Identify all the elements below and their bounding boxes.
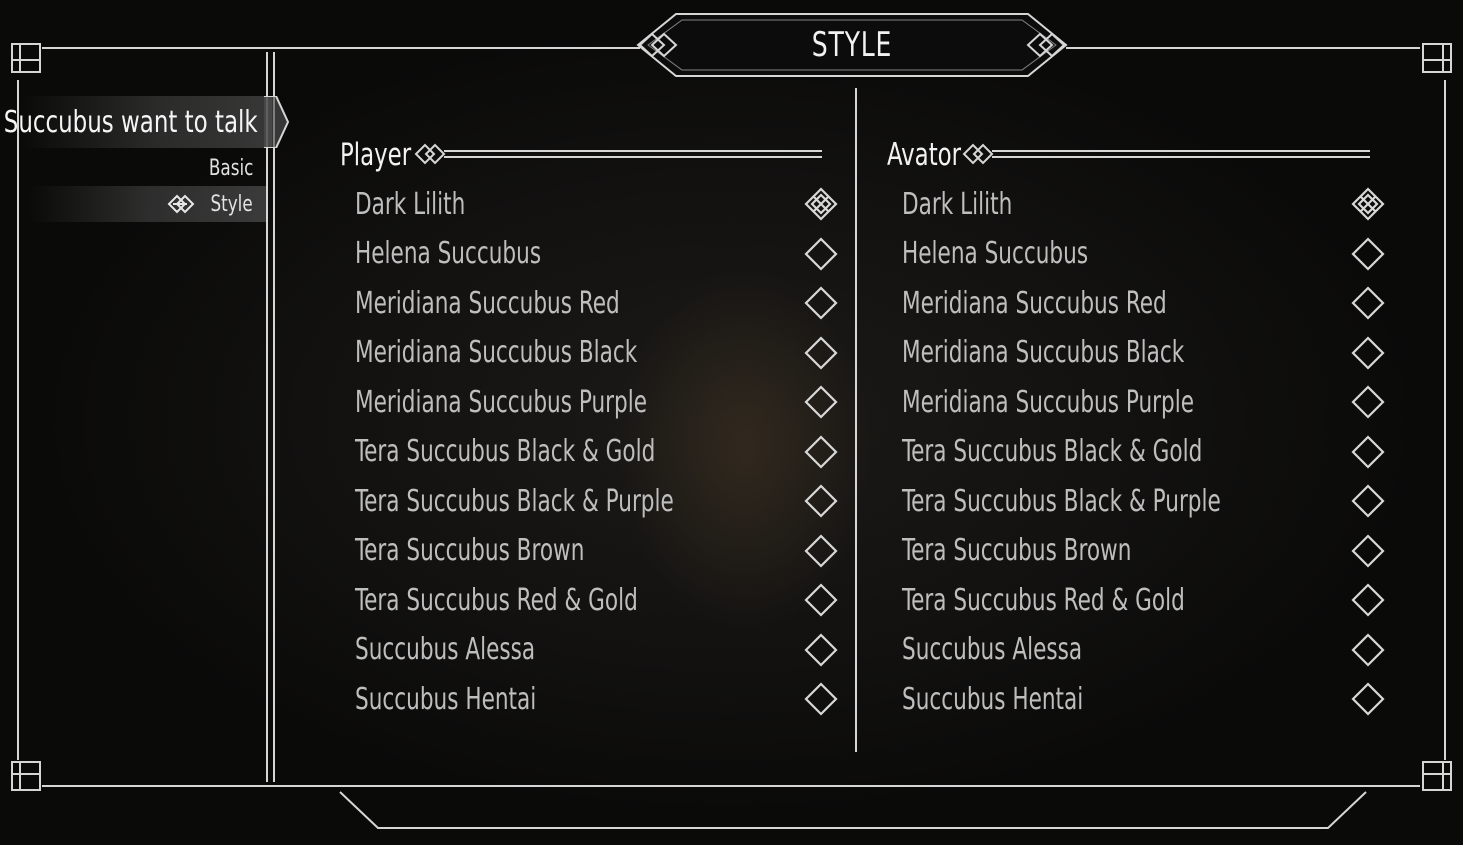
diamond-checkbox-empty-icon[interactable]: [803, 236, 839, 272]
option-row[interactable]: Dark Lilith: [355, 182, 839, 226]
diamond-checkbox-empty-icon[interactable]: [1350, 681, 1386, 717]
diamond-checkbox-empty-icon[interactable]: [1350, 335, 1386, 371]
diamond-checkbox-empty-icon[interactable]: [803, 582, 839, 618]
option-row[interactable]: Tera Succubus Red & Gold: [902, 578, 1386, 622]
option-row[interactable]: Tera Succubus Red & Gold: [355, 578, 839, 622]
column-header-label: Avator: [887, 137, 962, 173]
option-row[interactable]: Tera Succubus Black & Purple: [355, 479, 839, 523]
option-row[interactable]: Succubus Alessa: [355, 628, 839, 672]
option-row[interactable]: Meridiana Succubus Purple: [355, 380, 839, 424]
diamond-checkbox-empty-icon[interactable]: [803, 384, 839, 420]
option-row[interactable]: Succubus Hentai: [902, 677, 1386, 721]
option-row[interactable]: Helena Succubus: [355, 232, 839, 276]
diamond-checkbox-empty-icon[interactable]: [803, 434, 839, 470]
option-label: Tera Succubus Red & Gold: [902, 582, 1185, 618]
option-label: Helena Succubus: [355, 236, 542, 271]
selection-arrow-icon: [264, 96, 290, 148]
option-label: Tera Succubus Black & Purple: [902, 483, 1221, 519]
page-tab-basic[interactable]: Basic: [201, 152, 253, 184]
knot-selector-icon: [167, 194, 195, 214]
option-label: Tera Succubus Brown: [902, 533, 1132, 568]
page-tab-style[interactable]: Style: [165, 188, 253, 220]
option-label: Succubus Hentai: [902, 681, 1084, 717]
diamond-checkbox-empty-icon[interactable]: [1350, 533, 1386, 569]
option-label: Tera Succubus Black & Gold: [355, 434, 656, 469]
diamond-checkbox-empty-icon[interactable]: [1350, 285, 1386, 321]
diamond-checkbox-empty-icon[interactable]: [1350, 236, 1386, 272]
diamond-checkbox-empty-icon[interactable]: [803, 285, 839, 321]
option-row[interactable]: Meridiana Succubus Red: [355, 281, 839, 325]
menu-title: STYLE: [811, 25, 893, 65]
header-knot-ornament-icon: [414, 143, 822, 165]
option-label: Meridiana Succubus Red: [355, 285, 620, 321]
option-label: Meridiana Succubus Purple: [355, 384, 647, 420]
option-label: Tera Succubus Brown: [355, 533, 585, 568]
diamond-checkbox-empty-icon[interactable]: [803, 632, 839, 668]
option-row[interactable]: Helena Succubus: [902, 232, 1386, 276]
knot-checkbox-checked-icon[interactable]: [1350, 186, 1386, 222]
option-row[interactable]: Tera Succubus Black & Purple: [902, 479, 1386, 523]
option-row[interactable]: Tera Succubus Brown: [902, 529, 1386, 573]
option-row[interactable]: Meridiana Succubus Red: [902, 281, 1386, 325]
option-row[interactable]: Tera Succubus Black & Gold: [355, 430, 839, 474]
option-row[interactable]: Meridiana Succubus Black: [355, 331, 839, 375]
diamond-checkbox-empty-icon[interactable]: [1350, 632, 1386, 668]
diamond-checkbox-empty-icon[interactable]: [803, 533, 839, 569]
option-label: Tera Succubus Red & Gold: [355, 582, 638, 618]
diamond-checkbox-empty-icon[interactable]: [803, 681, 839, 717]
column-header-label: Player: [340, 137, 412, 173]
option-label: Succubus Alessa: [355, 632, 536, 667]
option-row[interactable]: Dark Lilith: [902, 182, 1386, 226]
diamond-checkbox-empty-icon[interactable]: [1350, 483, 1386, 519]
option-label: Helena Succubus: [902, 236, 1089, 271]
option-row[interactable]: Tera Succubus Brown: [355, 529, 839, 573]
option-row[interactable]: Tera Succubus Black & Gold: [902, 430, 1386, 474]
option-row[interactable]: Succubus Hentai: [355, 677, 839, 721]
mod-list-item-label: Succubus want to talk: [4, 104, 258, 140]
option-label: Dark Lilith: [902, 186, 1013, 222]
option-label: Meridiana Succubus Purple: [902, 384, 1194, 420]
page-tab-label: Style: [210, 191, 253, 217]
diamond-checkbox-empty-icon[interactable]: [1350, 582, 1386, 618]
page-tab-label: Basic: [208, 155, 253, 181]
diamond-checkbox-empty-icon[interactable]: [803, 335, 839, 371]
option-row[interactable]: Meridiana Succubus Black: [902, 331, 1386, 375]
option-label: Dark Lilith: [355, 186, 466, 222]
header-knot-ornament-icon: [962, 143, 1370, 165]
option-label: Meridiana Succubus Black: [355, 335, 638, 370]
knot-checkbox-checked-icon[interactable]: [803, 186, 839, 222]
option-label: Tera Succubus Black & Purple: [355, 483, 674, 519]
diamond-checkbox-empty-icon[interactable]: [1350, 434, 1386, 470]
diamond-checkbox-empty-icon[interactable]: [803, 483, 839, 519]
option-label: Succubus Alessa: [902, 632, 1083, 667]
mod-list-item-succubus[interactable]: Succubus want to talk: [4, 96, 272, 148]
diamond-checkbox-empty-icon[interactable]: [1350, 384, 1386, 420]
option-label: Succubus Hentai: [355, 681, 537, 717]
option-label: Tera Succubus Black & Gold: [902, 434, 1203, 469]
option-row[interactable]: Succubus Alessa: [902, 628, 1386, 672]
option-label: Meridiana Succubus Black: [902, 335, 1185, 370]
option-row[interactable]: Meridiana Succubus Purple: [902, 380, 1386, 424]
option-label: Meridiana Succubus Red: [902, 285, 1167, 321]
